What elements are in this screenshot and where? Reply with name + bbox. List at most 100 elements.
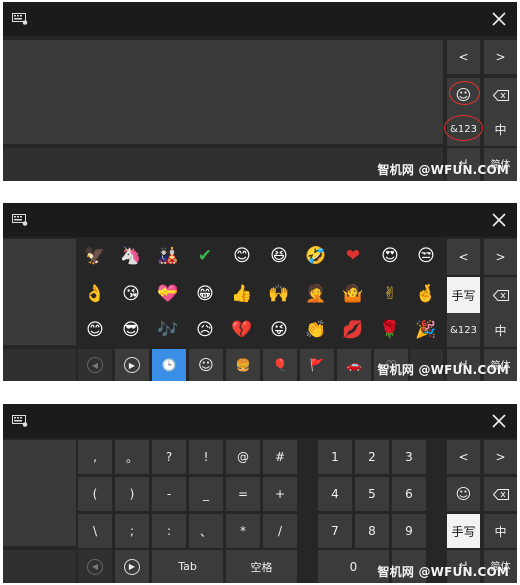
emoji[interactable]: 😆 — [262, 239, 296, 273]
backspace-icon — [492, 289, 509, 301]
tab-key[interactable]: Tab — [152, 550, 223, 583]
emoji[interactable]: ✔ — [188, 239, 222, 273]
chinese-mode-key[interactable]: 中 — [484, 112, 517, 146]
text-input-area[interactable] — [3, 40, 443, 144]
emoji[interactable]: 😒 — [409, 239, 443, 273]
handwriting-key[interactable]: 手写 — [447, 277, 480, 313]
symbol-key[interactable]: _ — [189, 477, 223, 511]
emoji[interactable]: 🎉 — [409, 313, 443, 347]
keyboard-settings-icon[interactable] — [12, 13, 28, 25]
emoji[interactable]: 🤷 — [336, 277, 370, 311]
page-next-key[interactable]: ▶ — [115, 550, 149, 583]
emoji[interactable]: 👍 — [225, 277, 259, 311]
symbol-key[interactable]: # — [263, 440, 297, 474]
right-arrow-key[interactable]: > — [484, 440, 517, 474]
bottom-left-bar — [3, 349, 76, 381]
close-icon[interactable] — [489, 9, 509, 29]
number-key[interactable]: 1 — [318, 440, 352, 474]
left-arrow-key[interactable]: < — [447, 40, 480, 74]
backspace-key[interactable] — [484, 277, 517, 313]
emoji[interactable]: 😘 — [114, 277, 148, 311]
emoji[interactable]: 🙌 — [262, 277, 296, 311]
emoji-category-symbols[interactable]: 🚩 — [300, 349, 334, 381]
close-icon[interactable] — [489, 210, 509, 230]
chevron-right-icon: ▶ — [124, 558, 140, 575]
number-key[interactable]: 4 — [318, 477, 352, 511]
symbol-key[interactable]: , — [78, 440, 112, 474]
emoji[interactable]: 🎶 — [151, 313, 185, 347]
emoji[interactable]: 👏 — [299, 313, 333, 347]
keyboard-settings-icon[interactable] — [12, 415, 28, 427]
number-key[interactable]: 3 — [392, 440, 426, 474]
symbol-key[interactable]: + — [263, 477, 297, 511]
close-icon[interactable] — [489, 411, 509, 431]
space-key[interactable]: 空格 — [226, 550, 297, 583]
emoji[interactable]: 💋 — [336, 313, 370, 347]
emoji[interactable]: 😥 — [188, 313, 222, 347]
left-arrow-key[interactable]: < — [447, 239, 480, 275]
symbol-key[interactable]: : — [152, 514, 186, 548]
emoji[interactable]: 💔 — [225, 313, 259, 347]
number-key[interactable]: 8 — [355, 514, 389, 548]
symbol-key[interactable]: ? — [152, 440, 186, 474]
emoji-category-celebration[interactable]: 🎈 — [263, 349, 297, 381]
backspace-key[interactable] — [484, 78, 517, 112]
symbol-key[interactable]: ! — [189, 440, 223, 474]
emoji[interactable]: ❤ — [336, 239, 370, 273]
backspace-key[interactable] — [484, 477, 517, 511]
emoji[interactable]: 🦅 — [78, 239, 112, 273]
emoji[interactable]: 😍 — [373, 239, 407, 273]
number-key[interactable]: 9 — [392, 514, 426, 548]
symbol-key[interactable]: ; — [115, 514, 149, 548]
text-input-area[interactable] — [3, 239, 76, 345]
right-arrow-key[interactable]: > — [484, 239, 517, 275]
number-key[interactable]: 2 — [355, 440, 389, 474]
emoji-key[interactable]: ☺ — [447, 477, 480, 511]
symbol-key[interactable]: ) — [115, 477, 149, 511]
emoji[interactable]: 🤦 — [299, 277, 333, 311]
emoji[interactable]: 👌 — [78, 277, 112, 311]
symbol-key[interactable]: ( — [78, 477, 112, 511]
emoji-category-next[interactable]: ▶ — [115, 349, 149, 381]
title-bar — [3, 203, 517, 237]
emoji[interactable]: 🤞 — [409, 277, 443, 311]
handwriting-key[interactable]: 手写 — [447, 514, 480, 548]
symbol-key[interactable]: = — [226, 477, 260, 511]
symbols-key[interactable]: &123 — [447, 313, 480, 347]
emoji[interactable]: 🌹 — [373, 313, 407, 347]
symbol-key[interactable]: @ — [226, 440, 260, 474]
number-key[interactable]: 7 — [318, 514, 352, 548]
emoji[interactable]: 💝 — [151, 277, 185, 311]
emoji[interactable]: 😊 — [225, 239, 259, 273]
symbol-key[interactable]: / — [263, 514, 297, 548]
keyboard-settings-icon[interactable] — [12, 214, 28, 226]
chinese-mode-key[interactable]: 中 — [484, 514, 517, 548]
emoji-category-prev[interactable]: ◀ — [78, 349, 112, 381]
number-key[interactable]: 6 — [392, 477, 426, 511]
chevron-left-icon: ◀ — [87, 558, 103, 575]
symbol-key[interactable]: * — [226, 514, 260, 548]
number-key[interactable]: 5 — [355, 477, 389, 511]
emoji-category-smileys[interactable]: ☺ — [189, 349, 223, 381]
emoji[interactable]: 🤣 — [299, 239, 333, 273]
emoji[interactable]: 😎 — [114, 313, 148, 347]
symbol-key[interactable]: - — [152, 477, 186, 511]
chinese-mode-key[interactable]: 中 — [484, 313, 517, 347]
emoji-category-food[interactable]: 🍔 — [226, 349, 260, 381]
left-arrow-key[interactable]: < — [447, 440, 480, 474]
emoji[interactable]: ✌ — [373, 277, 407, 311]
page-prev-key[interactable]: ◀ — [78, 550, 112, 583]
symbol-key[interactable]: \ — [78, 514, 112, 548]
symbol-key[interactable]: 。 — [115, 440, 149, 474]
emoji-category-recent[interactable]: 🕒 — [152, 349, 186, 381]
emoji[interactable]: 😊 — [78, 313, 112, 347]
emoji[interactable]: 🎎 — [151, 239, 185, 273]
emoji[interactable]: 😜 — [262, 313, 296, 347]
emoji[interactable]: 😁 — [188, 277, 222, 311]
text-input-area[interactable] — [3, 440, 76, 546]
emoji[interactable]: 🦄 — [114, 239, 148, 273]
emoji-category-travel[interactable]: 🚗 — [337, 349, 371, 381]
symbol-key[interactable]: 、 — [189, 514, 223, 548]
keyboard-panel-text: < > ☺ &123 中 ↵ 简体 智机网 @WFUN.COM — [3, 2, 517, 181]
right-arrow-key[interactable]: > — [484, 40, 517, 74]
